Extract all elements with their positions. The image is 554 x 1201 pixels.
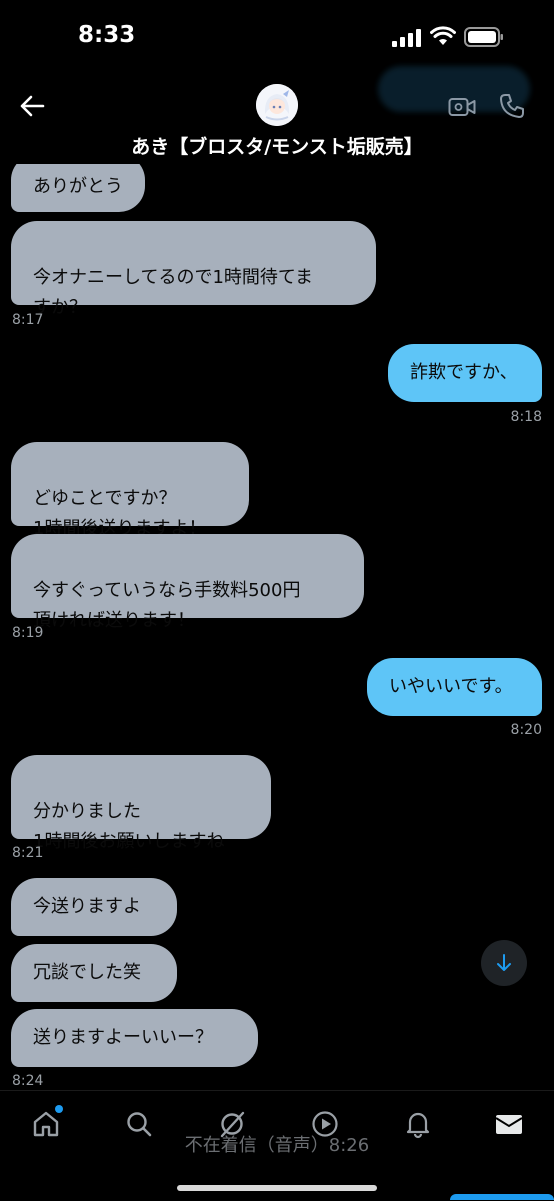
bottom-navigation: 不在着信（音声）8:26 [0, 1090, 554, 1201]
message-timestamp: 8:17 [12, 312, 44, 328]
message-timestamp: 8:20 [510, 722, 542, 738]
message-bubble-incoming[interactable]: 今オナニーしてるので1時間待てま すか？ [11, 221, 376, 318]
message-bubble-incoming[interactable]: 今送りますよ [11, 878, 177, 936]
phone-call-icon[interactable] [498, 92, 526, 120]
scroll-to-bottom-button[interactable] [481, 940, 527, 986]
wifi-icon [430, 26, 456, 45]
message-bubble-incoming[interactable]: 今すぐっていうなら手数料500円 頂ければ送ります！ [11, 534, 364, 631]
video-call-icon[interactable] [448, 96, 476, 118]
message-timestamp: 8:24 [12, 1073, 44, 1089]
message-text: 送りますよーいいー？ [33, 1027, 213, 1048]
battery-icon [464, 27, 503, 47]
message-bubble-incoming[interactable]: 送りますよーいいー？ [11, 1009, 258, 1067]
home-indicator [177, 1185, 377, 1191]
chat-header: あき【ブロスタ/モンスト垢販売】 [0, 72, 554, 164]
message-text: 詐欺ですか、 [410, 362, 518, 383]
arrow-down-icon [497, 954, 511, 971]
message-text: どゆことですか？ 1時間後送りますよ！ [33, 488, 207, 539]
message-bubble-outgoing[interactable]: 詐欺ですか、 [388, 344, 542, 402]
avatar[interactable] [256, 84, 298, 126]
message-bubble-incoming[interactable]: ありがとう [11, 164, 145, 212]
message-bubble-incoming[interactable]: 分かりました 1時間後お願いしますね [11, 755, 271, 852]
message-timestamp: 8:19 [12, 625, 44, 641]
message-text: 今オナニーしてるので1時間待てま すか？ [33, 267, 314, 318]
status-time: 8:33 [78, 22, 136, 48]
missed-call-notice: 不在着信（音声）8:26 [184, 1135, 370, 1156]
message-bubble-outgoing[interactable]: いやいいです。 [367, 658, 542, 716]
message-text: 分かりました 1時間後お願いしますね [33, 801, 225, 852]
chat-title[interactable]: あき【ブロスタ/モンスト垢販売】 [0, 132, 554, 159]
message-text: 今すぐっていうなら手数料500円 頂ければ送ります！ [33, 580, 301, 631]
back-arrow-icon[interactable] [18, 92, 46, 120]
status-bar: 8:33 [0, 0, 554, 72]
message-text: いやいいです。 [389, 676, 513, 697]
message-text: 今送りますよ [33, 896, 141, 917]
message-text: 冗談でした笑 [33, 962, 141, 983]
message-list[interactable]: ありがとう 今オナニーしてるので1時間待てま すか？ 8:17 詐欺ですか、 8… [0, 164, 554, 1090]
message-timestamp: 8:21 [12, 845, 44, 861]
compose-button[interactable] [450, 1194, 554, 1200]
message-text: ありがとう [33, 176, 123, 197]
message-bubble-incoming[interactable]: どゆことですか？ 1時間後送りますよ！ [11, 442, 249, 539]
cellular-signal-icon [392, 29, 421, 47]
message-bubble-incoming[interactable]: 冗談でした笑 [11, 944, 177, 1002]
home-notification-dot [55, 1105, 63, 1113]
message-timestamp: 8:18 [510, 409, 542, 425]
avatar-illustration-icon [256, 84, 298, 126]
